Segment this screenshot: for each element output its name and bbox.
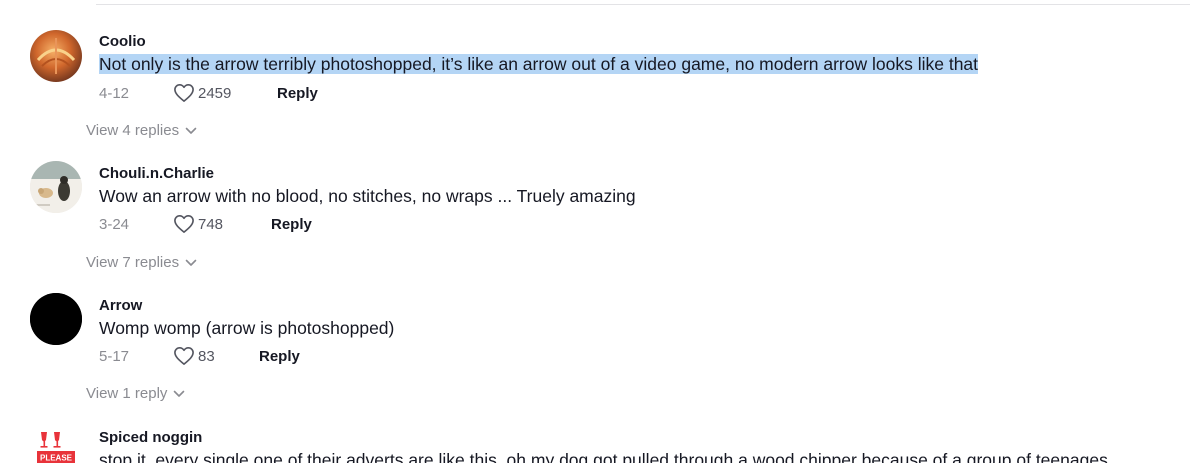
avatar[interactable] [30, 30, 82, 82]
reply-button[interactable]: Reply [259, 348, 300, 365]
like-count: 748 [198, 215, 224, 233]
comment-text: Wow an arrow with no blood, no stitches,… [99, 186, 636, 206]
comments-panel: Coolio Not only is the arrow terribly ph… [0, 0, 1200, 463]
reply-button[interactable]: Reply [277, 85, 318, 102]
selected-text: Not only is the arrow terribly photoshop… [99, 54, 979, 74]
chevron-down-icon [185, 127, 197, 134]
view-replies-button[interactable]: View 4 replies [86, 122, 197, 139]
avatar[interactable]: PLEASE [30, 424, 82, 463]
view-replies-label: View 4 replies [86, 122, 180, 139]
view-replies-button[interactable]: View 7 replies [86, 254, 197, 271]
comment-text: stop it, every single one of their adver… [99, 450, 1108, 463]
avatar[interactable] [30, 161, 82, 213]
heart-outline-icon [174, 347, 194, 365]
avatar-badge-text: PLEASE [40, 454, 73, 463]
comment-meta: 4-12 2459 Reply [99, 82, 318, 104]
heart-outline-icon [174, 84, 194, 102]
chevron-down-icon [174, 390, 185, 397]
view-replies-label: View 7 replies [86, 254, 180, 271]
comment-meta: 5-17 83 Reply [99, 345, 300, 367]
comment-text: Womp womp (arrow is photoshopped) [99, 318, 395, 338]
comment-username[interactable]: Spiced noggin [99, 429, 202, 446]
like-button[interactable]: 83 [173, 346, 259, 366]
heart-outline-icon [174, 215, 194, 233]
comment-date: 4-12 [99, 84, 130, 102]
view-replies-button[interactable]: View 1 reply [86, 385, 185, 402]
like-count: 2459 [198, 84, 232, 102]
like-count: 83 [198, 347, 215, 365]
view-replies-label: View 1 reply [86, 385, 168, 402]
avatar-image [30, 30, 82, 82]
avatar-image [30, 161, 82, 213]
comment-username[interactable]: Arrow [99, 297, 142, 314]
avatar-image [30, 293, 82, 345]
comment-meta: 3-24 748 Reply [99, 213, 312, 235]
reply-button[interactable]: Reply [271, 216, 312, 233]
comment-text: Not only is the arrow terribly photoshop… [99, 54, 979, 75]
comment-username[interactable]: Chouli.n.Charlie [99, 165, 214, 182]
comment-username[interactable]: Coolio [99, 33, 146, 50]
divider [96, 4, 1190, 5]
avatar-image: PLEASE [30, 424, 82, 463]
chevron-down-icon [185, 259, 197, 266]
comment-date: 3-24 [99, 215, 130, 233]
like-button[interactable]: 748 [173, 214, 271, 234]
comment-date: 5-17 [99, 347, 130, 365]
avatar[interactable] [30, 293, 82, 345]
like-button[interactable]: 2459 [173, 83, 277, 103]
